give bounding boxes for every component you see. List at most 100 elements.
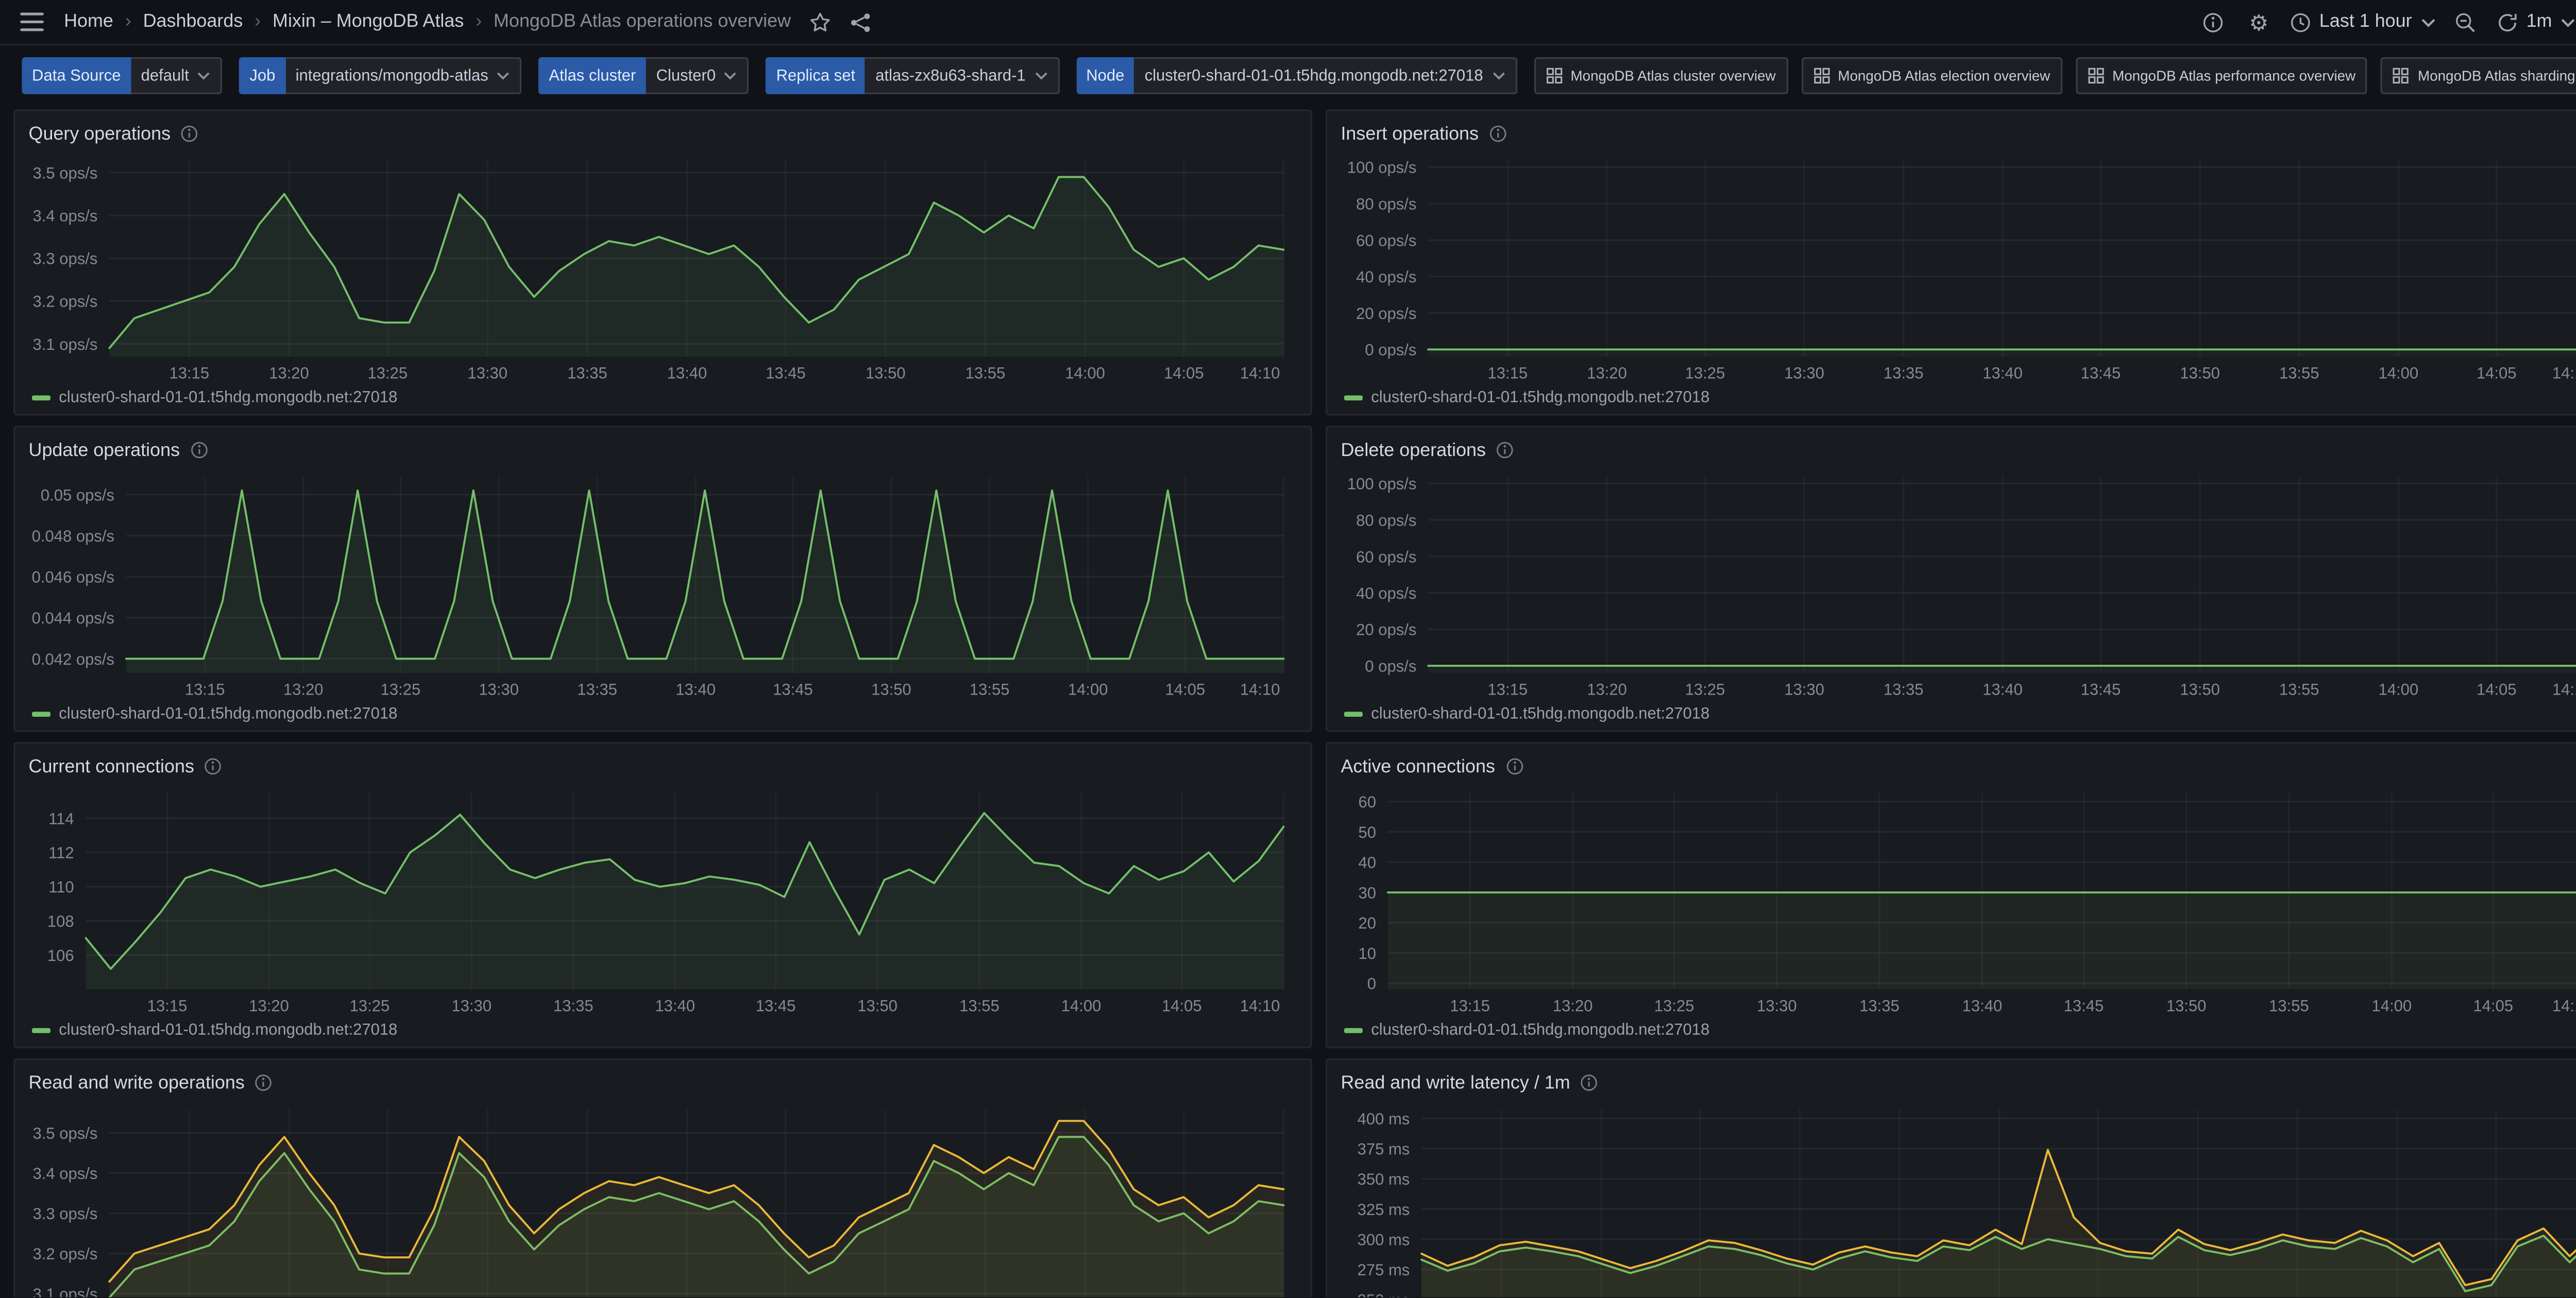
dashboard-actions xyxy=(804,7,875,37)
chevron-down-icon xyxy=(197,71,211,81)
star-icon[interactable] xyxy=(804,7,835,37)
svg-text:13:55: 13:55 xyxy=(2279,681,2319,699)
insert-operations-chart[interactable]: 13:1513:2013:2513:3013:3513:4013:4513:50… xyxy=(1341,150,2576,384)
replica-set-dropdown[interactable]: atlas-zx8u63-shard-1 xyxy=(866,57,1059,94)
svg-text:14:05: 14:05 xyxy=(1165,681,1206,699)
breadcrumb-dashboards[interactable]: Dashboards xyxy=(143,12,243,32)
svg-text:13:45: 13:45 xyxy=(756,997,796,1015)
svg-text:40 ops/s: 40 ops/s xyxy=(1356,584,1416,602)
legend-series-label[interactable]: cluster0-shard-01-01.t5hdg.mongodb.net:2… xyxy=(59,704,397,723)
link-election-overview[interactable]: MongoDB Atlas election overview xyxy=(1801,57,2062,94)
panel-insert-operations: Insert operations 13:1513:2013:2513:3013… xyxy=(1326,109,2576,415)
panel-header[interactable]: Delete operations xyxy=(1341,434,2576,466)
svg-text:14:00: 14:00 xyxy=(1068,681,1108,699)
filter-node: Node cluster0-shard-01-01.t5hdg.mongodb.… xyxy=(1076,57,1517,94)
chevron-down-icon xyxy=(2420,16,2435,28)
svg-text:13:15: 13:15 xyxy=(1450,997,1490,1015)
panel-title: Delete operations xyxy=(1341,440,1486,460)
panel-header[interactable]: Query operations xyxy=(29,118,1297,150)
svg-text:13:15: 13:15 xyxy=(170,364,210,382)
update-operations-chart[interactable]: 13:1513:2013:2513:3013:3513:4013:4513:50… xyxy=(29,466,1297,700)
link-label: MongoDB Atlas cluster overview xyxy=(1571,68,1776,85)
svg-text:13:15: 13:15 xyxy=(1488,364,1528,382)
panel-title: Read and write operations xyxy=(29,1073,245,1093)
legend-series-label[interactable]: cluster0-shard-01-01.t5hdg.mongodb.net:2… xyxy=(59,388,397,407)
share-icon[interactable] xyxy=(845,7,875,37)
time-range-picker[interactable]: Last 1 hour xyxy=(2289,11,2435,32)
zoom-out-icon[interactable] xyxy=(2451,7,2481,37)
svg-text:14:10: 14:10 xyxy=(1240,681,1280,699)
read-write-latency-chart[interactable]: 13:1513:2013:2513:3013:3513:4013:4513:50… xyxy=(1341,1099,2576,1297)
link-sharding-overview[interactable]: MongoDB Atlas sharding overview xyxy=(2381,57,2576,94)
legend-series-label[interactable]: cluster0-shard-01-01.t5hdg.mongodb.net:2… xyxy=(1371,704,1709,723)
panel-legend: cluster0-shard-01-01.t5hdg.mongodb.net:2… xyxy=(29,700,1297,727)
svg-text:14:10: 14:10 xyxy=(2552,364,2576,382)
svg-text:300 ms: 300 ms xyxy=(1358,1230,1410,1249)
info-icon[interactable] xyxy=(190,441,209,460)
svg-text:13:25: 13:25 xyxy=(368,364,408,382)
info-icon[interactable] xyxy=(1496,441,1515,460)
info-icon[interactable] xyxy=(1580,1073,1599,1092)
info-icon[interactable] xyxy=(255,1073,273,1092)
link-performance-overview[interactable]: MongoDB Atlas performance overview xyxy=(2075,57,2367,94)
panel-legend: cluster0-shard-01-01.t5hdg.mongodb.net:2… xyxy=(29,1016,1297,1043)
node-dropdown[interactable]: cluster0-shard-01-01.t5hdg.mongodb.net:2… xyxy=(1134,57,1517,94)
svg-text:14:05: 14:05 xyxy=(1164,364,1204,382)
atlas-cluster-dropdown[interactable]: Cluster0 xyxy=(646,57,749,94)
svg-text:20 ops/s: 20 ops/s xyxy=(1356,305,1416,323)
panel-header[interactable]: Read and write operations xyxy=(29,1067,1297,1099)
job-dropdown[interactable]: integrations/mongodb-atlas xyxy=(285,57,522,94)
svg-text:14:00: 14:00 xyxy=(1061,997,1101,1015)
menu-toggle-button[interactable] xyxy=(17,7,47,37)
svg-text:13:45: 13:45 xyxy=(2081,364,2121,382)
svg-text:13:40: 13:40 xyxy=(1982,364,2023,382)
dashboard-insights-icon[interactable] xyxy=(2198,7,2229,37)
legend-series-label[interactable]: cluster0-shard-01-01.t5hdg.mongodb.net:2… xyxy=(1371,1020,1709,1039)
svg-text:350 ms: 350 ms xyxy=(1358,1170,1410,1188)
panel-title: Insert operations xyxy=(1341,124,1479,144)
info-icon[interactable] xyxy=(181,125,199,143)
panel-header[interactable]: Update operations xyxy=(29,434,1297,466)
breadcrumb-current-dashboard: MongoDB Atlas operations overview xyxy=(494,12,791,32)
svg-text:13:20: 13:20 xyxy=(1587,681,1627,699)
svg-text:13:25: 13:25 xyxy=(381,681,421,699)
breadcrumb-home[interactable]: Home xyxy=(64,12,113,32)
svg-text:13:30: 13:30 xyxy=(1784,364,1824,382)
svg-text:14:00: 14:00 xyxy=(2379,364,2419,382)
svg-text:3.4 ops/s: 3.4 ops/s xyxy=(33,207,98,225)
legend-series-label[interactable]: cluster0-shard-01-01.t5hdg.mongodb.net:2… xyxy=(1371,388,1709,407)
svg-text:275 ms: 275 ms xyxy=(1358,1261,1410,1279)
chevron-down-icon xyxy=(2561,16,2575,28)
svg-text:0.05 ops/s: 0.05 ops/s xyxy=(41,486,114,504)
active-connections-chart[interactable]: 13:1513:2013:2513:3013:3513:4013:4513:50… xyxy=(1341,782,2576,1016)
panel-header[interactable]: Insert operations xyxy=(1341,118,2576,150)
legend-series-label[interactable]: cluster0-shard-01-01.t5hdg.mongodb.net:2… xyxy=(59,1020,397,1039)
data-source-dropdown[interactable]: default xyxy=(131,57,223,94)
panel-update-operations: Update operations 13:1513:2013:2513:3013… xyxy=(13,426,1312,732)
query-operations-chart[interactable]: 13:1513:2013:2513:3013:3513:4013:4513:50… xyxy=(29,150,1297,384)
svg-text:106: 106 xyxy=(47,947,74,965)
apps-grid-icon xyxy=(1812,68,1829,85)
panel-header[interactable]: Active connections xyxy=(1341,750,2576,782)
link-cluster-overview[interactable]: MongoDB Atlas cluster overview xyxy=(1534,57,1788,94)
read-write-operations-chart[interactable]: 13:1513:2013:2513:3013:3513:4013:4513:50… xyxy=(29,1099,1297,1297)
refresh-picker[interactable]: 1m xyxy=(2496,11,2575,32)
filter-value-text: default xyxy=(141,66,189,85)
svg-text:13:20: 13:20 xyxy=(269,364,309,382)
breadcrumb-folder[interactable]: Mixin – MongoDB Atlas xyxy=(273,12,464,32)
delete-operations-chart[interactable]: 13:1513:2013:2513:3013:3513:4013:4513:50… xyxy=(1341,466,2576,700)
panel-header[interactable]: Read and write latency / 1m xyxy=(1341,1067,2576,1099)
svg-text:13:50: 13:50 xyxy=(2180,364,2220,382)
svg-text:13:45: 13:45 xyxy=(773,681,813,699)
svg-text:13:50: 13:50 xyxy=(871,681,911,699)
current-connections-chart[interactable]: 13:1513:2013:2513:3013:3513:4013:4513:50… xyxy=(29,782,1297,1016)
info-icon[interactable] xyxy=(1505,757,1524,776)
svg-text:13:20: 13:20 xyxy=(1587,364,1627,382)
panel-header[interactable]: Current connections xyxy=(29,750,1297,782)
dashboard-settings-gear-icon[interactable]: ⚙ xyxy=(2244,7,2274,37)
info-icon[interactable] xyxy=(1489,125,1507,143)
info-icon[interactable] xyxy=(205,757,223,776)
svg-text:0 ops/s: 0 ops/s xyxy=(1365,341,1416,359)
legend-series-marker xyxy=(1344,395,1363,400)
svg-text:3.5 ops/s: 3.5 ops/s xyxy=(33,1124,98,1142)
